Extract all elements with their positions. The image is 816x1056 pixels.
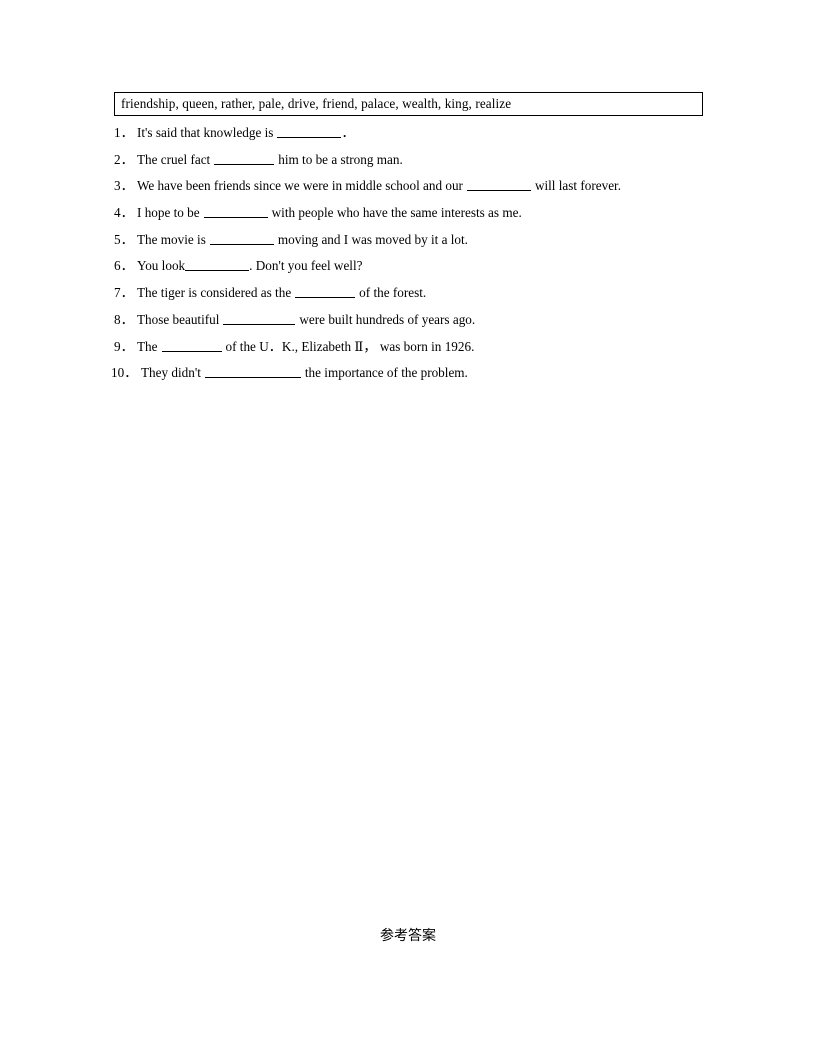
- question-text-before-9: The: [137, 338, 158, 354]
- question-number-10: 10．: [111, 365, 138, 381]
- question-item-5: 5． The movie is moving and I was moved by …: [114, 227, 714, 254]
- answer-blank-8[interactable]: [223, 311, 296, 325]
- question-number-1: 1．: [114, 125, 134, 140]
- question-text-before-8: Those beautiful: [137, 311, 220, 327]
- question-text-before-2: The cruel fact: [137, 151, 211, 167]
- answer-blank-10[interactable]: [204, 364, 301, 379]
- answer-blank-7[interactable]: [295, 284, 356, 299]
- question-number-4: 4．: [114, 205, 134, 221]
- question-text-before-4: I hope to be: [137, 205, 200, 221]
- question-item-6: 6． You look . Don't you feel well?: [114, 253, 714, 280]
- question-number-3: 3．: [114, 178, 134, 194]
- answer-blank-2[interactable]: [214, 151, 275, 165]
- answer-blank-4[interactable]: [203, 204, 268, 219]
- question-item-9: 9． The of the U．K., Elizabeth Ⅱ， was born …: [114, 334, 714, 361]
- question-text-before-5: The movie is: [137, 231, 206, 247]
- question-number-7: 7．: [114, 285, 134, 301]
- question-text-before-10: They didn't: [141, 365, 201, 381]
- question-item-2: 2． The cruel fact him to be a strong man.: [114, 147, 714, 174]
- worksheet-page: friendship, queen, rather, pale, drive, …: [0, 0, 816, 1056]
- question-text-after-10: the importance of the problem.: [304, 365, 468, 381]
- question-number-8: 8．: [114, 311, 134, 327]
- question-item-4: 4． I hope to be with people who have the s…: [114, 200, 714, 227]
- question-text-before-1: It's said that knowledge is: [137, 125, 274, 140]
- question-text-after-3: will last forever.: [534, 178, 622, 194]
- question-item-1: 1． It's said that knowledge is ．: [114, 120, 714, 147]
- question-text-after-8: were built hundreds of years ago.: [299, 311, 476, 327]
- question-text-after-5: moving and I was moved by it a lot.: [277, 231, 468, 247]
- question-text-before-3: We have been friends since we were in mi…: [137, 178, 463, 194]
- answer-blank-9[interactable]: [161, 338, 222, 352]
- question-item-3: 3． We have been friends since we were in …: [114, 173, 714, 200]
- answer-blank-1[interactable]: [277, 124, 342, 138]
- question-text-after-6: . Don't you feel well?: [249, 258, 363, 274]
- question-text-after-7: of the forest.: [359, 285, 427, 301]
- question-text-after-4: with people who have the same interests …: [271, 205, 522, 221]
- question-item-7: 7． The tiger is considered as the of the f…: [114, 280, 714, 307]
- question-text-after-2: him to be a strong man.: [278, 151, 403, 167]
- answer-blank-5[interactable]: [209, 231, 274, 245]
- question-number-9: 9．: [114, 338, 134, 354]
- question-list: 1． It's said that knowledge is ． 2． The cru…: [111, 120, 714, 387]
- question-text-after-9: of the U．K., Elizabeth Ⅱ， was born in 19…: [225, 338, 475, 354]
- question-text-before-6: You look: [137, 258, 186, 274]
- question-number-5: 5．: [114, 231, 134, 247]
- question-item-8: 8． Those beautiful were built hundreds of …: [114, 307, 714, 334]
- question-number-6: 6．: [114, 258, 134, 274]
- question-text-before-7: The tiger is considered as the: [137, 285, 292, 301]
- answer-blank-6[interactable]: [185, 257, 250, 272]
- answer-blank-3[interactable]: [466, 177, 531, 192]
- question-item-10: 10． They didn't the importance of the prob…: [111, 360, 714, 387]
- word-bank-box: friendship, queen, rather, pale, drive, …: [114, 92, 703, 116]
- word-bank-text: friendship, queen, rather, pale, drive, …: [121, 96, 512, 112]
- answer-key-heading: 参考答案: [380, 928, 436, 944]
- question-number-2: 2．: [114, 151, 134, 167]
- question-text-after-1: ．: [341, 125, 355, 140]
